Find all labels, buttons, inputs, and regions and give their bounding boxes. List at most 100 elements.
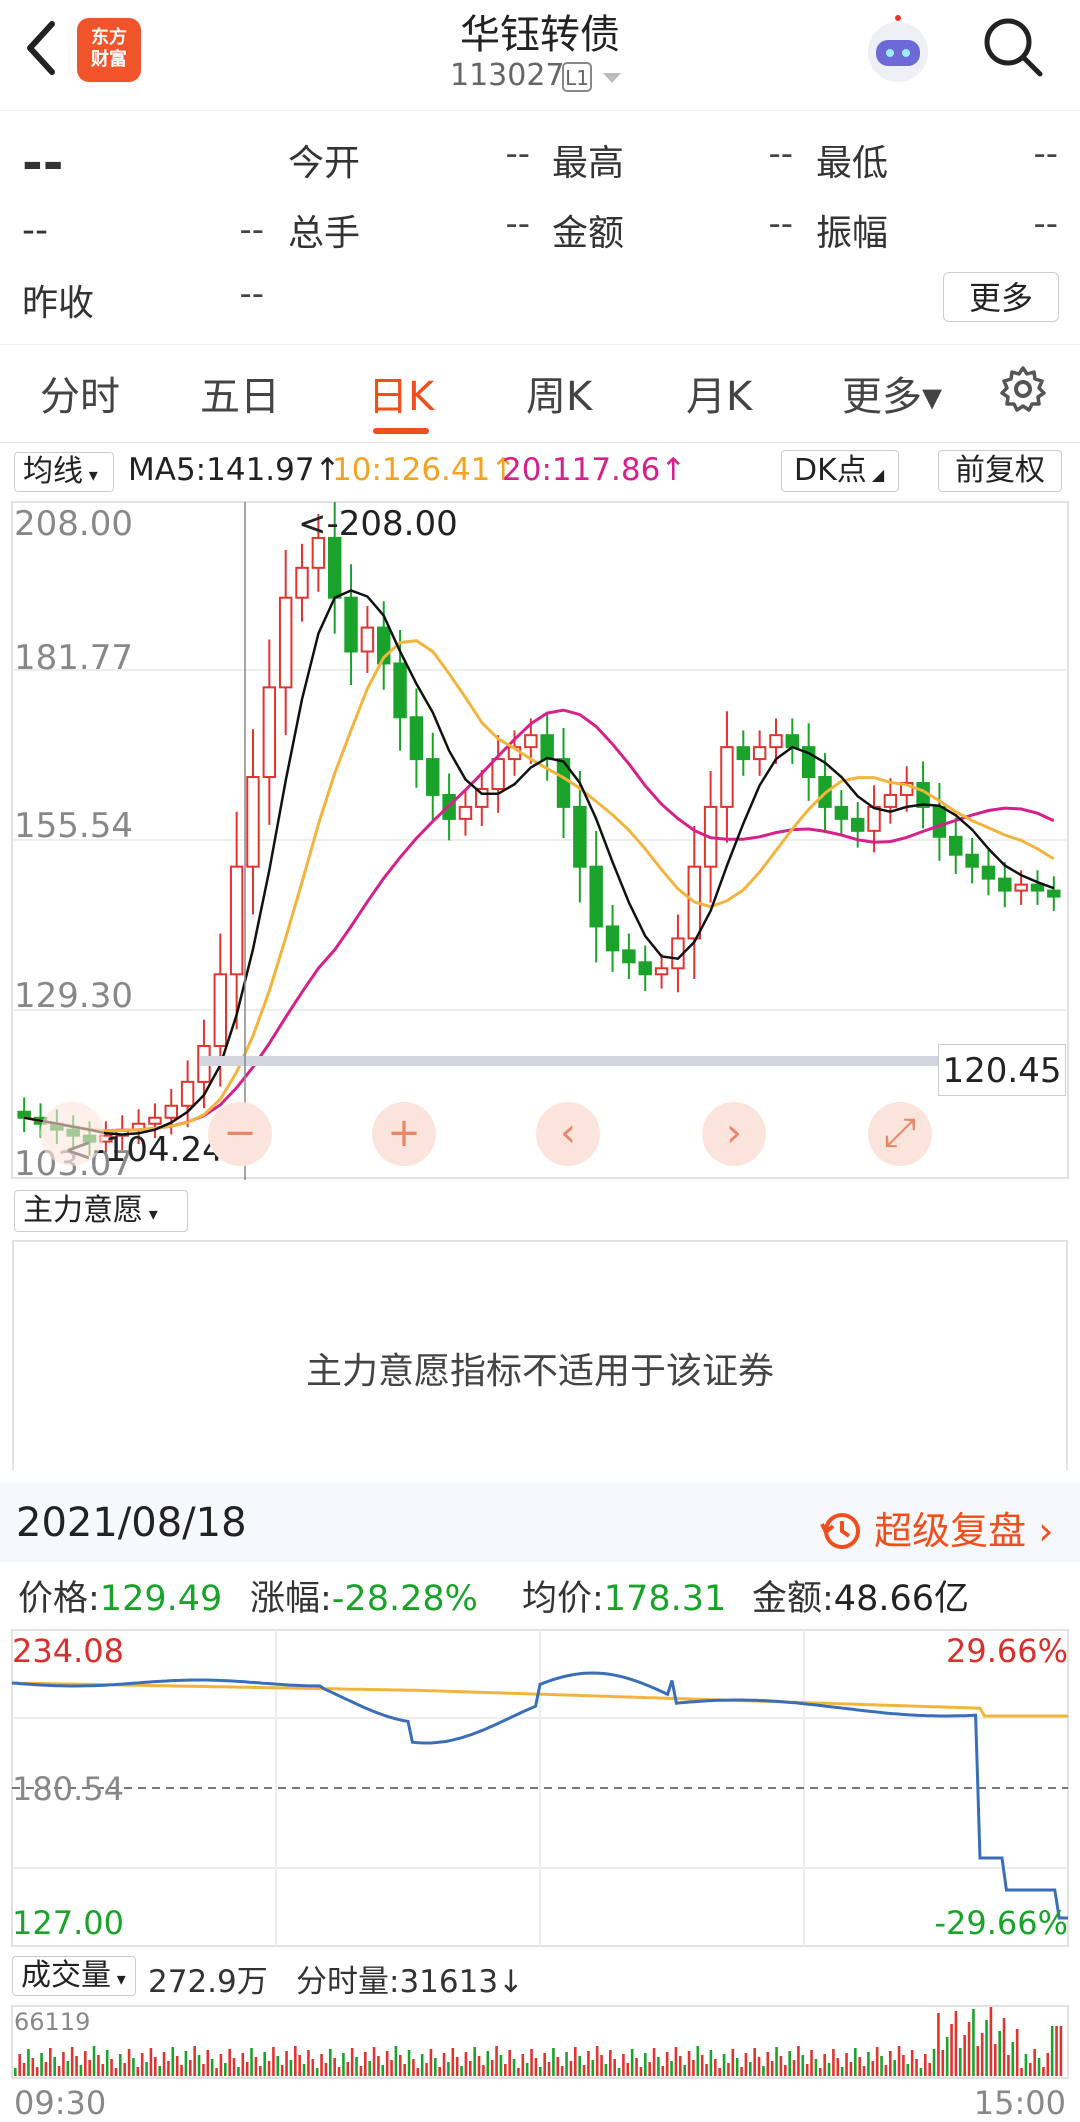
super-replay-button[interactable]: 超级复盘 › (820, 1500, 1053, 1555)
tab-weekly-k[interactable]: 周K (526, 364, 592, 422)
robot-assistant-icon[interactable] (862, 14, 934, 86)
volume-bar (307, 2050, 310, 2076)
intraday-chart[interactable] (0, 1628, 1080, 1948)
y-label-3: 155.54 (14, 806, 133, 846)
scroll-right-button[interactable]: › (702, 1102, 766, 1166)
tab-intraday[interactable]: 分时 (40, 364, 120, 422)
volume-bar (193, 2046, 196, 2076)
volume-bar (753, 2048, 756, 2076)
volume-bar (337, 2067, 341, 2076)
volume-bar (670, 2061, 673, 2076)
candle-body (278, 596, 293, 689)
volume-bar (517, 2068, 520, 2076)
volume-bar (967, 2022, 971, 2076)
zoom-out-button[interactable]: − (208, 1102, 272, 1166)
volume-bar (70, 2047, 74, 2076)
volume-bar (88, 2060, 91, 2076)
adjust-dropdown[interactable]: 前复权 (938, 450, 1062, 492)
volume-bar (740, 2067, 743, 2076)
volume-bar (62, 2052, 65, 2076)
candle-body (360, 626, 375, 653)
scroll-left-button[interactable]: ‹ (536, 1102, 600, 1166)
candle-body (344, 596, 358, 653)
volume-max: 66119 (14, 2008, 91, 2036)
volume-bar (784, 2065, 787, 2076)
volume-bar (648, 2062, 651, 2076)
volume-bar (355, 2057, 358, 2076)
ma-dropdown[interactable]: 均线 ▾ (14, 452, 114, 492)
volume-bar (674, 2047, 678, 2076)
volume-bar (346, 2062, 350, 2076)
candle-body (998, 877, 1012, 892)
period-tabs: 分时 五日 日K 周K 月K 更多▾ (0, 346, 1080, 443)
volume-bar (679, 2056, 682, 2076)
volume-bar (797, 2046, 800, 2076)
volume-bar (184, 2051, 188, 2076)
reset-button[interactable] (40, 1102, 104, 1166)
volume-bar (92, 2046, 96, 2076)
volume-bar (324, 2063, 328, 2076)
level-dropdown-icon[interactable] (603, 73, 621, 83)
volume-bar (547, 2062, 551, 2076)
volume-bar (665, 2052, 669, 2076)
candle-body (1014, 883, 1028, 892)
volume-bar (298, 2055, 301, 2076)
candle-body (769, 734, 783, 749)
zoom-in-button[interactable]: + (372, 1102, 436, 1166)
volume-bar (749, 2062, 752, 2076)
candle-body (17, 1110, 31, 1119)
candle-body (589, 865, 603, 928)
time-start: 09:30 (14, 2084, 107, 2122)
level-badge[interactable]: L1 (562, 62, 592, 92)
candle-body (426, 758, 440, 796)
selected-date: 2021/08/18 (16, 1500, 247, 1546)
volume-bar (197, 2055, 201, 2076)
indicator-dropdown[interactable]: 主力意愿 ▾ (14, 1190, 188, 1232)
volume-bar (980, 2033, 984, 2076)
dk-point-dropdown[interactable]: DK点 ◢ (781, 450, 899, 492)
search-icon[interactable] (980, 14, 1046, 80)
amount-value: -- (768, 204, 793, 244)
volume-bar (276, 2056, 280, 2076)
fullscreen-button[interactable]: ⤢ (868, 1102, 932, 1166)
volume-bar (136, 2067, 140, 2076)
tab-daily-k[interactable]: 日K (368, 364, 434, 422)
volume-bar (792, 2060, 796, 2076)
volume-bar (574, 2047, 577, 2076)
low-label: 最低 (816, 143, 889, 184)
volume-dropdown[interactable]: 成交量 ▾ (12, 1956, 136, 1996)
kline-chart[interactable] (0, 500, 1080, 1180)
current-price-label: 120.45 (938, 1044, 1066, 1096)
volume-bar (119, 2054, 122, 2076)
volume-bar (22, 2063, 26, 2076)
volume-bar (1046, 2053, 1050, 2076)
volume-bar (44, 2062, 48, 2076)
volume-bar (495, 2046, 498, 2076)
security-name: 华钰转债 (460, 12, 620, 58)
volume-chart[interactable] (0, 2004, 1080, 2080)
max-price-marker: <-208.00 (298, 504, 458, 544)
volume-bar (718, 2068, 721, 2076)
candle-body (965, 853, 979, 868)
high-label: 最高 (552, 143, 625, 184)
active-tab-indicator (373, 428, 429, 434)
volume-bar (245, 2062, 249, 2076)
top-bar: 东方 财富 华钰转债 113027 L1 (0, 0, 1080, 111)
more-quote-button[interactable]: 更多 (943, 272, 1059, 322)
ma20-value: 20:117.86↑ (502, 452, 687, 488)
candle-body (981, 865, 996, 880)
gear-icon[interactable] (998, 364, 1048, 414)
volume-bar (687, 2051, 691, 2076)
change-pct-value: -- (239, 210, 264, 250)
volume-bar (849, 2062, 853, 2076)
tab-five-day[interactable]: 五日 (200, 364, 280, 422)
volume-bar (779, 2056, 783, 2076)
tab-monthly-k[interactable]: 月K (686, 364, 752, 422)
volume-bar (1042, 2067, 1045, 2076)
back-arrow-icon[interactable] (22, 18, 62, 78)
volume-bar (84, 2051, 87, 2076)
tab-more[interactable]: 更多▾ (842, 364, 942, 422)
volume-bar (329, 2049, 332, 2076)
volume-bar (880, 2056, 883, 2076)
volume-bar (132, 2058, 135, 2076)
